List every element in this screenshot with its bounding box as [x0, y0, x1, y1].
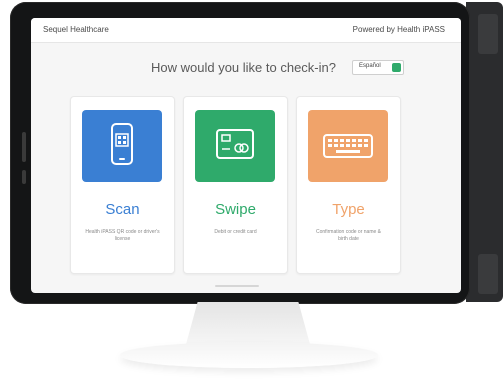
kiosk-base — [120, 342, 378, 368]
phone-qr-icon — [82, 110, 162, 182]
swipe-title: Swipe — [215, 201, 256, 218]
tablet-side-button — [22, 132, 26, 162]
language-switch[interactable] — [392, 63, 401, 72]
scan-option-card[interactable]: Scan Health iPASS QR code or driver's li… — [70, 96, 175, 274]
type-option-card[interactable]: Type Confirmation code or name & birth d… — [296, 96, 401, 274]
swipe-option-card[interactable]: Swipe Debit or credit card — [183, 96, 288, 274]
scan-subtitle: Health iPASS QR code or driver's license — [85, 229, 160, 242]
top-bar: Sequel Healthcare Powered by Health iPAS… — [31, 18, 461, 43]
keyboard-icon — [308, 110, 388, 182]
page-title: How would you like to check-in? — [151, 60, 336, 75]
kiosk-screen: Sequel Healthcare Powered by Health iPAS… — [31, 18, 461, 293]
clinic-name: Sequel Healthcare — [43, 25, 109, 34]
kiosk-slot-bottom — [478, 254, 498, 294]
home-indicator — [215, 285, 259, 287]
credit-card-icon — [195, 110, 275, 182]
tablet-side-button — [22, 170, 26, 184]
language-label: Español — [359, 63, 381, 69]
type-subtitle: Confirmation code or name & birth date — [315, 229, 382, 242]
scan-title: Scan — [105, 201, 140, 218]
language-toggle[interactable]: Español — [352, 60, 404, 75]
kiosk-slot-top — [478, 14, 498, 54]
swipe-subtitle: Debit or credit card — [214, 229, 257, 235]
powered-by: Powered by Health iPASS — [352, 25, 445, 34]
type-title: Type — [332, 201, 365, 218]
